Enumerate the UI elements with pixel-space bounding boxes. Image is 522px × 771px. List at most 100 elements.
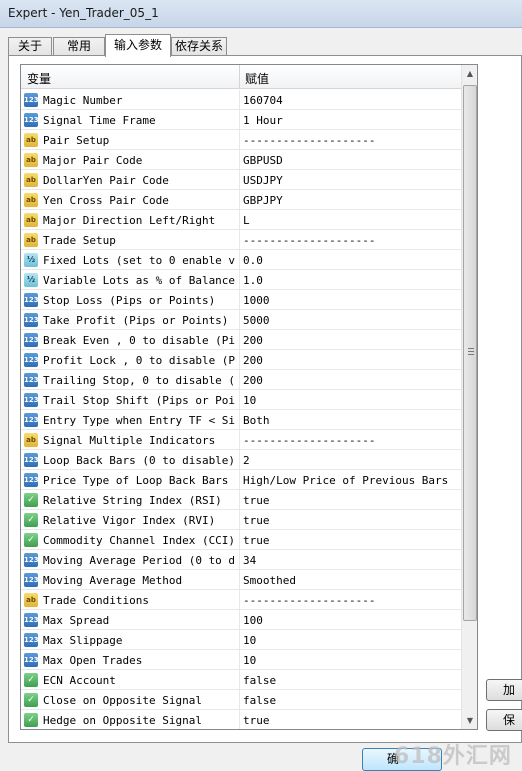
table-row[interactable]: ½ Fixed Lots (set to 0 enable v... 0.0: [21, 250, 461, 270]
save-button[interactable]: 保: [486, 709, 522, 731]
table-row[interactable]: ✓ Commodity Channel Index (CCI) true: [21, 530, 461, 550]
value-cell[interactable]: --------------------: [243, 134, 457, 147]
table-row[interactable]: 123 Trail Stop Shift (Pips or Poi... 10: [21, 390, 461, 410]
int-icon: 123: [24, 373, 39, 387]
variable-name: Close on Opposite Signal: [43, 694, 202, 707]
table-row[interactable]: 123 Loop Back Bars (0 to disable) 2: [21, 450, 461, 470]
variable-cell: ab Major Direction Left/Right: [21, 210, 240, 230]
int-icon: 123: [24, 613, 39, 627]
table-row[interactable]: ✓ Relative Vigor Index (RVI) true: [21, 510, 461, 530]
tab-inputs[interactable]: 输入参数: [105, 34, 171, 57]
value-cell[interactable]: USDJPY: [243, 174, 457, 187]
table-row[interactable]: ✓ Relative String Index (RSI) true: [21, 490, 461, 510]
table-row[interactable]: ✓ ECN Account false: [21, 670, 461, 690]
tab-about[interactable]: 关于: [8, 37, 52, 56]
table-row[interactable]: 123 Max Slippage 10: [21, 630, 461, 650]
table-row[interactable]: ab Yen Cross Pair Code GBPJPY: [21, 190, 461, 210]
table-row[interactable]: 123 Trailing Stop, 0 to disable (... 200: [21, 370, 461, 390]
variable-cell: ab Signal Multiple Indicators: [21, 430, 240, 450]
value-cell[interactable]: 34: [243, 554, 457, 567]
variable-cell: 123 Max Open Trades: [21, 650, 240, 670]
scroll-down-icon[interactable]: ▼: [462, 712, 477, 729]
variable-cell: ½ Fixed Lots (set to 0 enable v...: [21, 250, 240, 270]
variable-name: Major Direction Left/Right: [43, 214, 216, 227]
variable-cell: 123 Loop Back Bars (0 to disable): [21, 450, 240, 470]
value-cell[interactable]: true: [243, 714, 457, 727]
load-button[interactable]: 加: [486, 679, 522, 701]
value-cell[interactable]: 2: [243, 454, 457, 467]
value-cell[interactable]: 0.0: [243, 254, 457, 267]
value-cell[interactable]: Both: [243, 414, 457, 427]
variable-cell: 123 Stop Loss (Pips or Points): [21, 290, 240, 310]
table-row[interactable]: ab Major Direction Left/Right L: [21, 210, 461, 230]
variable-name: Entry Type when Entry TF < Si...: [43, 414, 237, 427]
table-row[interactable]: ✓ Hedge on Opposite Signal true: [21, 710, 461, 729]
scroll-up-icon[interactable]: ▲: [462, 65, 477, 82]
value-cell[interactable]: 200: [243, 334, 457, 347]
tab-dependencies[interactable]: 依存关系: [171, 37, 227, 56]
int-icon: 123: [24, 573, 39, 587]
int-icon: 123: [24, 113, 39, 127]
value-cell[interactable]: --------------------: [243, 434, 457, 447]
column-header-value[interactable]: 赋值: [245, 70, 269, 87]
table-row[interactable]: ab Signal Multiple Indicators ------------…: [21, 430, 461, 450]
vertical-scrollbar[interactable]: ▲ ▼: [461, 65, 477, 729]
table-row[interactable]: ✓ Close on Opposite Signal false: [21, 690, 461, 710]
table-row[interactable]: 123 Signal Time Frame 1 Hour: [21, 110, 461, 130]
value-cell[interactable]: 160704: [243, 94, 457, 107]
bool-icon: ✓: [24, 673, 38, 687]
value-cell[interactable]: L: [243, 214, 457, 227]
value-cell[interactable]: 200: [243, 374, 457, 387]
table-row[interactable]: ab Major Pair Code GBPUSD: [21, 150, 461, 170]
value-cell[interactable]: true: [243, 534, 457, 547]
table-row[interactable]: ½ Variable Lots as % of Balance 1.0: [21, 270, 461, 290]
table-row[interactable]: 123 Moving Average Method Smoothed: [21, 570, 461, 590]
table-row[interactable]: 123 Stop Loss (Pips or Points) 1000: [21, 290, 461, 310]
scroll-thumb[interactable]: [463, 85, 477, 621]
value-cell[interactable]: true: [243, 514, 457, 527]
table-row[interactable]: ab Trade Conditions --------------------: [21, 590, 461, 610]
tab-common[interactable]: 常用: [53, 37, 105, 56]
value-cell[interactable]: false: [243, 694, 457, 707]
value-cell[interactable]: 1000: [243, 294, 457, 307]
table-row[interactable]: 123 Max Open Trades 10: [21, 650, 461, 670]
value-cell[interactable]: 200: [243, 354, 457, 367]
variable-name: Max Slippage: [43, 634, 123, 647]
value-cell[interactable]: 10: [243, 654, 457, 667]
value-cell[interactable]: Smoothed: [243, 574, 457, 587]
table-row[interactable]: 123 Max Spread 100: [21, 610, 461, 630]
value-cell[interactable]: 100: [243, 614, 457, 627]
table-row[interactable]: ab DollarYen Pair Code USDJPY: [21, 170, 461, 190]
value-cell[interactable]: 1.0: [243, 274, 457, 287]
variable-name: Relative Vigor Index (RVI): [43, 514, 216, 527]
value-cell[interactable]: 5000: [243, 314, 457, 327]
value-cell[interactable]: false: [243, 674, 457, 687]
column-header-variable[interactable]: 变量: [27, 70, 51, 87]
table-row[interactable]: ab Trade Setup --------------------: [21, 230, 461, 250]
variable-name: Profit Lock , 0 to disable (P...: [43, 354, 237, 367]
variable-name: Yen Cross Pair Code: [43, 194, 169, 207]
table-row[interactable]: 123 Entry Type when Entry TF < Si... Both: [21, 410, 461, 430]
column-divider[interactable]: [239, 65, 240, 89]
value-cell[interactable]: --------------------: [243, 594, 457, 607]
value-cell[interactable]: High/Low Price of Previous Bars: [243, 474, 457, 487]
table-row[interactable]: 123 Magic Number 160704: [21, 90, 461, 110]
table-row[interactable]: 123 Take Profit (Pips or Points) 5000: [21, 310, 461, 330]
value-cell[interactable]: GBPUSD: [243, 154, 457, 167]
value-cell[interactable]: 1 Hour: [243, 114, 457, 127]
table-row[interactable]: ab Pair Setup --------------------: [21, 130, 461, 150]
value-cell[interactable]: 10: [243, 634, 457, 647]
variable-cell: ab Pair Setup: [21, 130, 240, 150]
table-row[interactable]: 123 Profit Lock , 0 to disable (P... 200: [21, 350, 461, 370]
table-row[interactable]: 123 Moving Average Period (0 to d... 34: [21, 550, 461, 570]
variable-name: Max Spread: [43, 614, 110, 627]
variable-name: Break Even , 0 to disable (Pi...: [43, 334, 237, 347]
value-cell[interactable]: 10: [243, 394, 457, 407]
table-row[interactable]: 123 Break Even , 0 to disable (Pi... 200: [21, 330, 461, 350]
value-cell[interactable]: --------------------: [243, 234, 457, 247]
table-row[interactable]: 123 Price Type of Loop Back Bars High/Low …: [21, 470, 461, 490]
variable-cell: 123 Break Even , 0 to disable (Pi...: [21, 330, 240, 350]
grid-rows: 123 Magic Number 160704 123 Signal Time Fram…: [21, 90, 461, 729]
value-cell[interactable]: true: [243, 494, 457, 507]
value-cell[interactable]: GBPJPY: [243, 194, 457, 207]
